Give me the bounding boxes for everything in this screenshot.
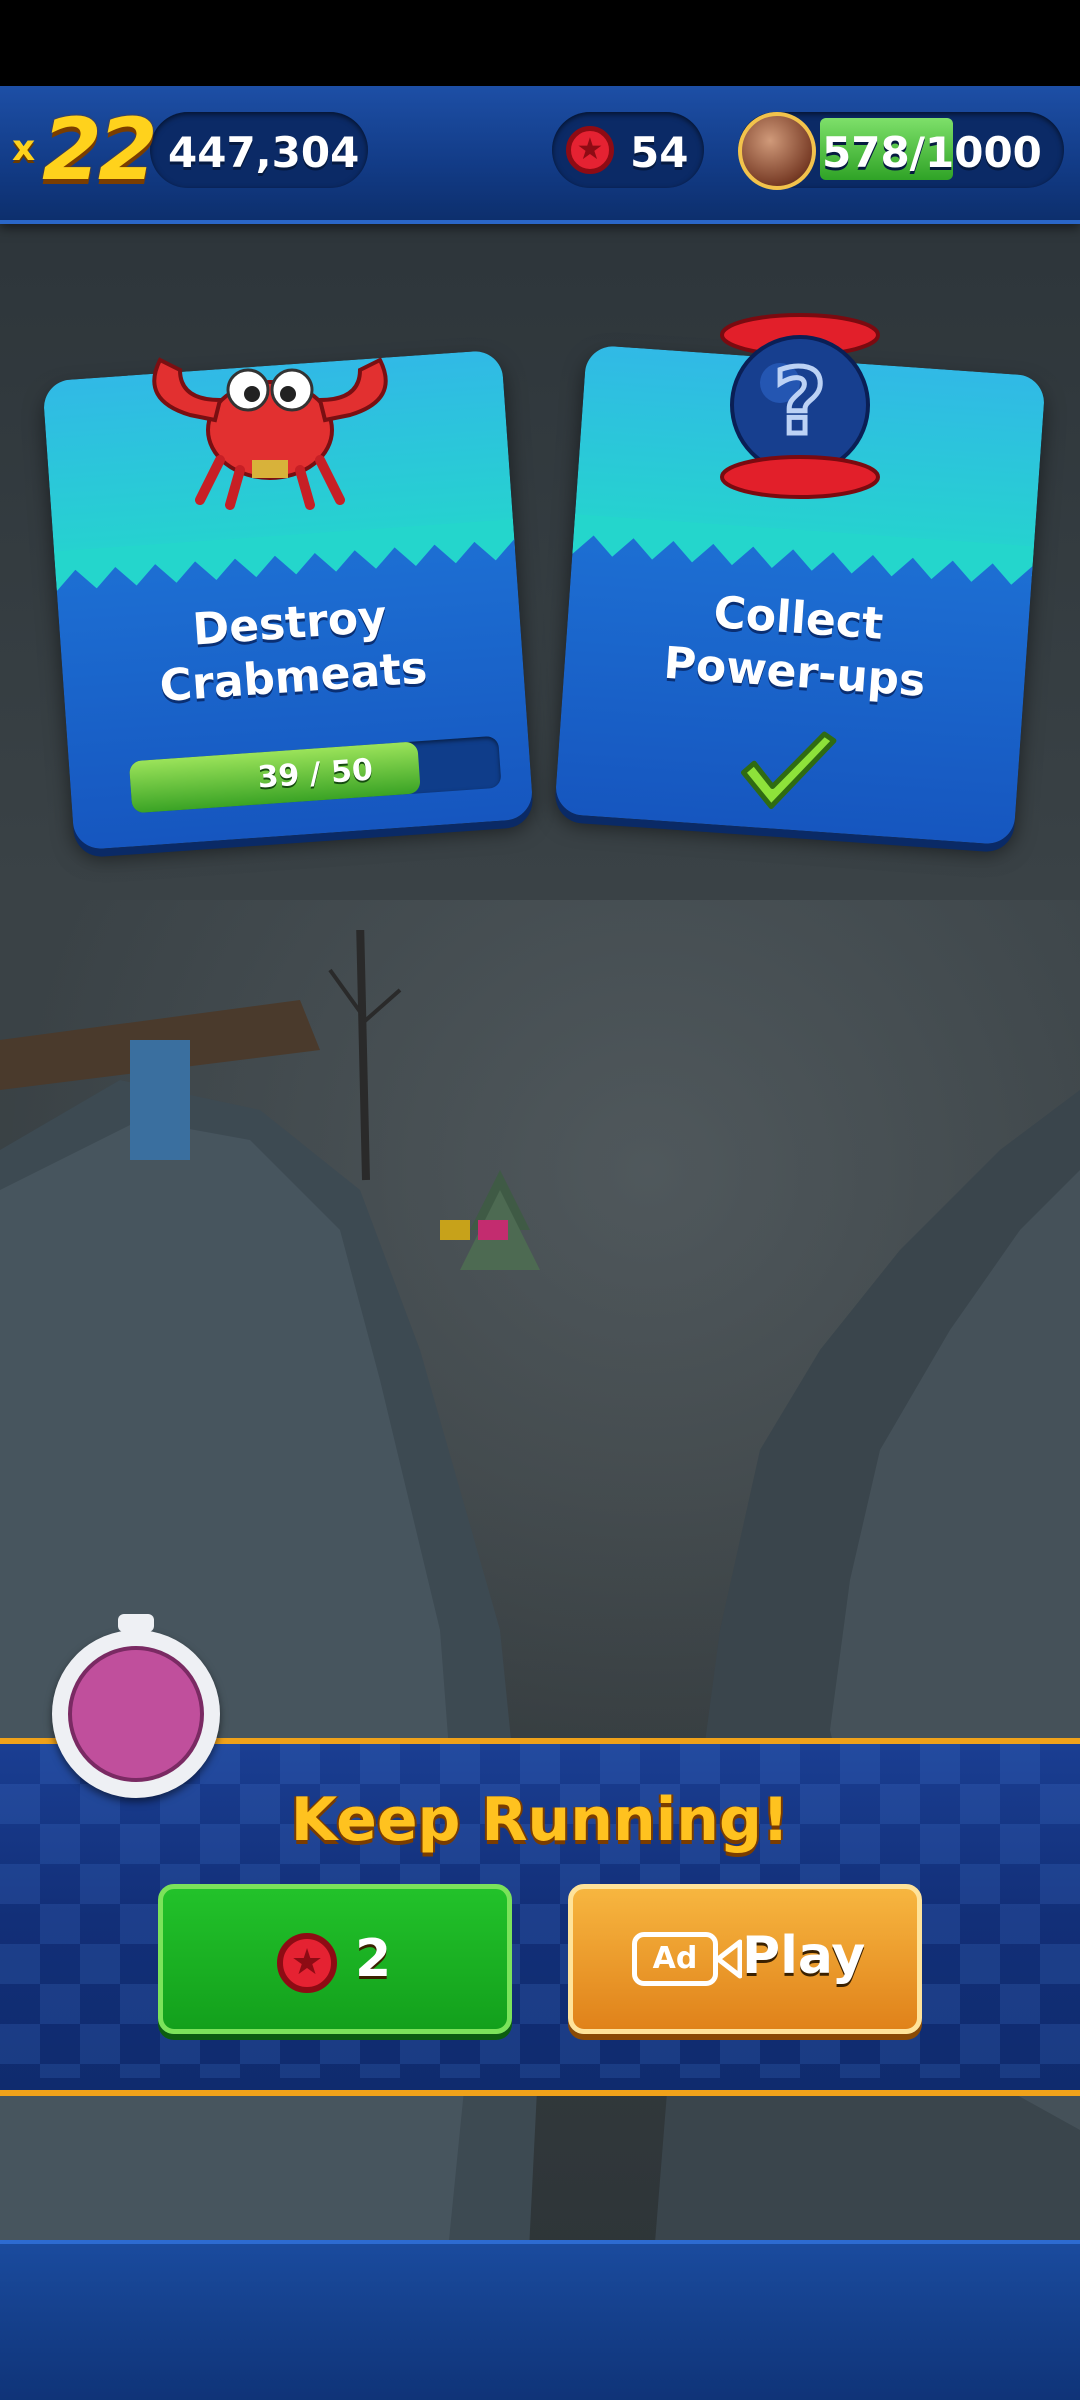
game-screen: x 22 447,304 ★ 54 578/1000 Destroy Crabm… xyxy=(0,0,1080,2400)
ad-video-icon: Ad xyxy=(632,1932,718,1986)
keep-running-title: Keep Running! xyxy=(290,1785,790,1855)
red-rings-count: 54 xyxy=(630,128,689,177)
ad-badge-label: Ad xyxy=(652,1941,698,1976)
svg-text:?: ? xyxy=(774,350,826,455)
ad-play-label: Play xyxy=(742,1926,866,1986)
continue-with-red-rings-button[interactable]: ★ 2 xyxy=(158,1884,512,2034)
checkmark-icon xyxy=(740,731,837,810)
crabmeat-icon xyxy=(152,357,388,510)
bottom-bar xyxy=(0,2240,1080,2400)
ring-cost-label: 2 xyxy=(355,1929,392,1989)
system-status-bar xyxy=(0,0,1080,86)
score-value: 447,304 xyxy=(168,128,360,177)
red-star-ring-icon: ★ xyxy=(277,1933,337,1993)
timer-dial-icon xyxy=(68,1646,204,1782)
video-camera-icon xyxy=(716,1939,742,1979)
character-avatar-icon xyxy=(738,112,816,190)
score-multiplier: 22 xyxy=(42,100,158,200)
multiplier-prefix: x xyxy=(12,128,36,169)
mystery-powerup-icon: ? xyxy=(720,313,880,499)
red-star-ring-icon: ★ xyxy=(566,126,614,174)
continue-timer xyxy=(52,1614,220,1798)
energy-value: 578/1000 xyxy=(822,128,1042,177)
